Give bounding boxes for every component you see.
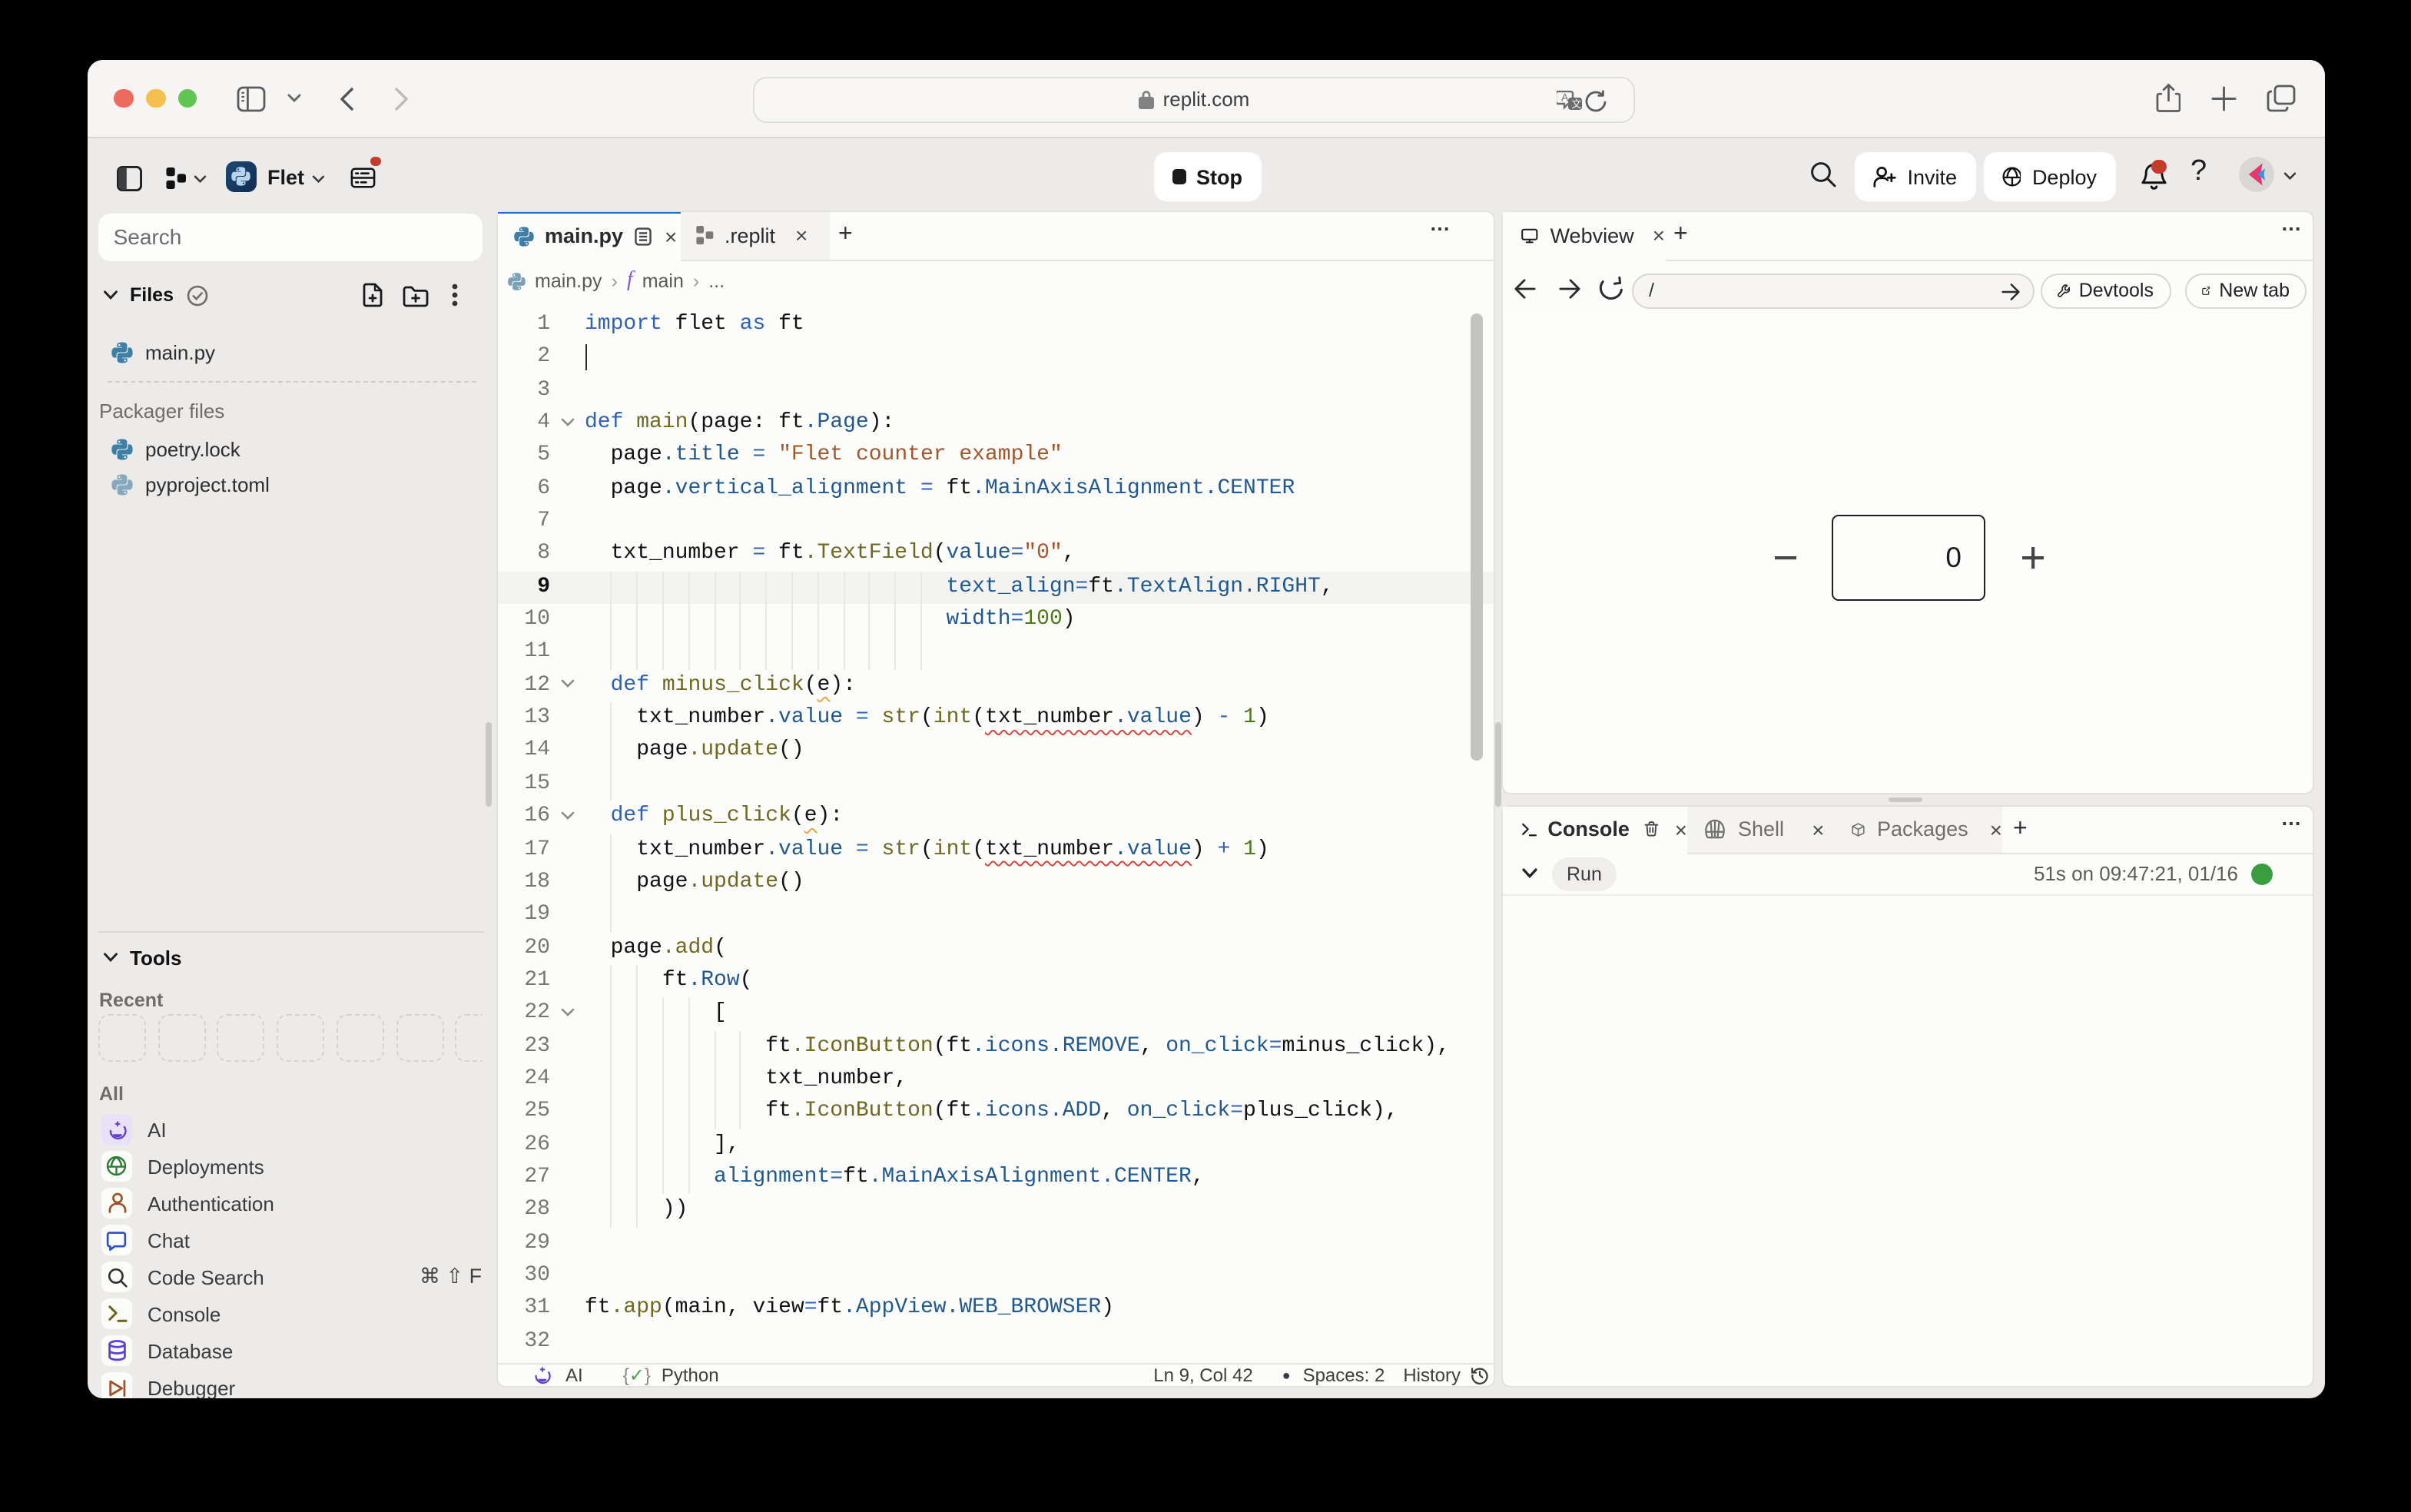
svg-text:文: 文	[1571, 98, 1581, 109]
svg-text:A: A	[1561, 91, 1569, 103]
